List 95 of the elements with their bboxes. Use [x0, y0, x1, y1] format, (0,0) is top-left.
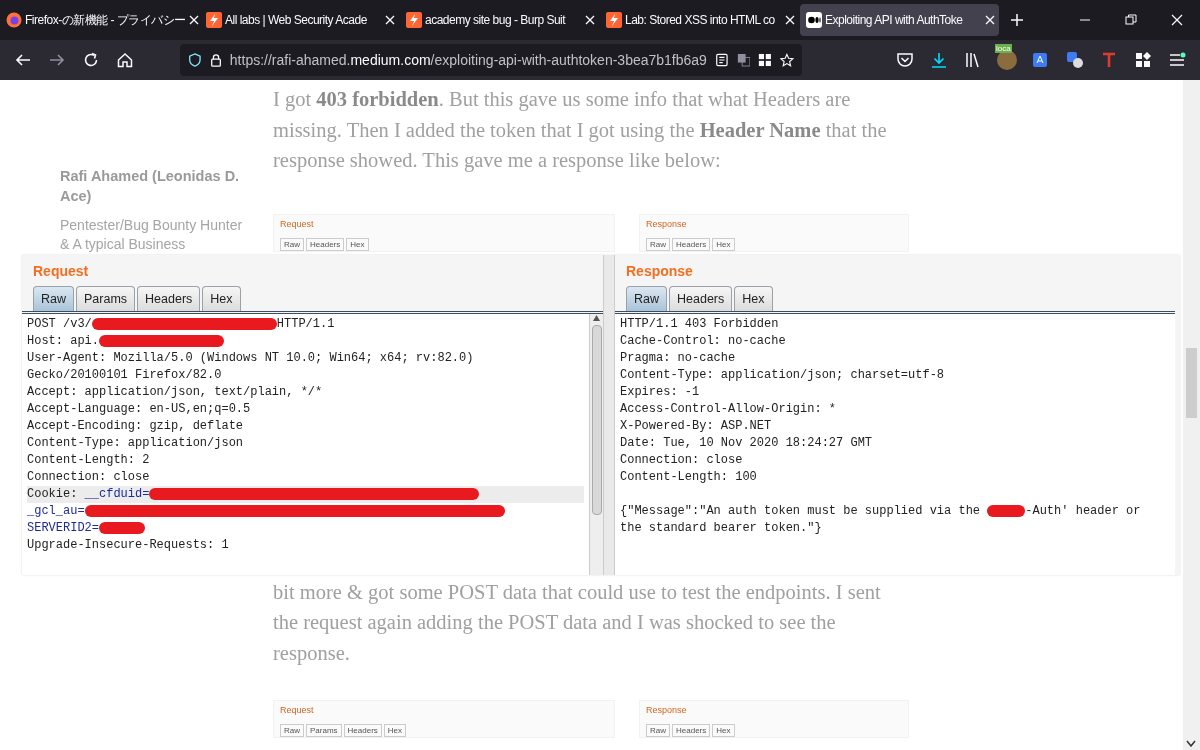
lightning-icon: [206, 12, 222, 28]
lock-icon: [209, 52, 222, 68]
code-text: Host: api.: [27, 333, 99, 348]
code-text: Accept-Encoding: gzip, deflate: [27, 418, 244, 433]
panel-tab[interactable]: Headers: [669, 286, 733, 311]
code-text: Content-Length: 2: [27, 452, 150, 467]
code-text: Cookie:: [27, 486, 79, 501]
extension-icon[interactable]: [997, 50, 1017, 70]
image-thumbnail[interactable]: Response Raw Headers Hex: [639, 213, 909, 252]
code-text: {"Message":"An auth token must be supplied via the: [620, 503, 982, 518]
code-text: SERVERID2=: [27, 520, 99, 535]
panel-tab[interactable]: Params: [76, 286, 136, 311]
scroll-up-icon[interactable]: [592, 313, 601, 322]
code-text: Content-Length: 100: [620, 469, 757, 484]
close-icon[interactable]: [1170, 13, 1184, 27]
menu-icon[interactable]: [1168, 51, 1186, 69]
article-paragraph: bit more & got some POST data that could use to test the endpoints. I sent the request again adding the POST data and I was shocked to see the response.: [273, 579, 882, 667]
browser-tab[interactable]: Firefox-の新機能 - プライバシー: [0, 4, 199, 36]
close-icon[interactable]: [785, 15, 795, 25]
code-text: Upgrade-Insecure-Requests: 1: [27, 537, 229, 552]
code-text: Connection: close: [620, 452, 743, 467]
code-text: POST /v3/: [27, 316, 92, 331]
author-bio: Pentester/Bug Bounty Hunter & A typical Business: [60, 216, 243, 254]
medium-icon: [806, 12, 822, 28]
code-text: Date: Tue, 10 Nov 2020 18:24:27 GMT: [620, 435, 873, 450]
code-text: User-Agent: Mozilla/5.0 (Windows NT 10.0; Win64; x64; rv:82.0): [27, 350, 474, 365]
panel-tab[interactable]: Hex: [202, 286, 241, 311]
close-icon[interactable]: [585, 15, 595, 25]
tab-title: Firefox-の新機能 - プライバシー: [25, 12, 186, 29]
lightning-icon: [406, 12, 422, 28]
grid-icon[interactable]: [758, 52, 773, 68]
code-text: Accept: application/json, text/plain, */*: [27, 384, 323, 399]
scroll-down-icon[interactable]: [1186, 740, 1196, 747]
browser-tab[interactable]: All labs | Web Security Acade: [200, 4, 399, 36]
code-text: X-Powered-By: ASP.NET: [620, 418, 772, 433]
reader-view-icon[interactable]: [714, 52, 729, 68]
url-text: https://rafi-ahamed.medium.com/exploiting-api-with-authtoken-3bea7b1fb6a9: [229, 50, 707, 70]
pocket-icon[interactable]: [896, 51, 914, 69]
code-text: __cfduid=: [84, 486, 150, 501]
image-thumbnail[interactable]: Request Raw Params Headers Hex: [273, 700, 615, 738]
code-text: Cache-Control: no-cache: [620, 333, 786, 348]
image-thumbnail[interactable]: Response Raw Headers Hex: [639, 700, 909, 738]
panel-tab[interactable]: Raw: [33, 286, 74, 311]
t-icon[interactable]: [1100, 51, 1118, 69]
tab-title: All labs | Web Security Acade: [225, 12, 368, 29]
lightning-icon: [606, 12, 622, 28]
translate-icon[interactable]: [736, 52, 751, 68]
close-icon[interactable]: [985, 15, 995, 25]
scrollbar-thumb[interactable]: [591, 324, 602, 515]
code-text: Access-Control-Allow-Origin: *: [620, 401, 837, 416]
library-icon[interactable]: [964, 51, 982, 69]
browser-tab[interactable]: Exploiting API with AuthToke: [800, 4, 999, 36]
shield-icon: [188, 52, 202, 68]
new-tab-icon[interactable]: [1010, 13, 1024, 27]
tab-title: Exploiting API with AuthToke: [825, 12, 964, 29]
panel-tab[interactable]: Hex: [734, 286, 773, 311]
tab-title: academy site bug - Burp Suit: [425, 12, 567, 29]
panel-title: Response: [625, 262, 694, 281]
address-bar[interactable]: https://rafi-ahamed.medium.com/exploiting-api-with-authtoken-3bea7b1fb6a9: [180, 44, 802, 76]
browser-tab[interactable]: Lab: Stored XSS into HTML co: [600, 4, 799, 36]
image-thumbnail[interactable]: Request Raw Headers Hex: [273, 213, 615, 252]
extension-badge: loca: [995, 44, 1012, 53]
code-text: Content-Type: application/json: [27, 435, 244, 450]
star-icon[interactable]: [780, 52, 795, 68]
close-icon[interactable]: [385, 15, 395, 25]
close-icon[interactable]: [188, 15, 199, 25]
panel-title: Request: [32, 262, 90, 281]
code-text: Expires: -1: [620, 384, 700, 399]
panel-tab[interactable]: Raw: [626, 286, 667, 311]
code-text: HTTP/1.1 403 Forbidden: [620, 316, 779, 331]
home-icon[interactable]: [116, 51, 134, 69]
tab-title: Lab: Stored XSS into HTML co: [625, 12, 776, 29]
extensions-icon[interactable]: [1134, 51, 1152, 69]
browser-tab[interactable]: academy site bug - Burp Suit: [400, 4, 599, 36]
code-text: _gcl_au=: [27, 503, 85, 518]
scrollbar-thumb[interactable]: [1186, 348, 1197, 418]
code-text: Connection: close: [27, 469, 150, 484]
page-scrollbar[interactable]: [1183, 80, 1200, 750]
code-text: Pragma: no-cache: [620, 350, 736, 365]
article-paragraph: I got 403 forbidden. But this gave us some info that what Headers are missing. Then I added the token that I got using the Header Name that the response showed. This gave me a response like below:: [273, 87, 888, 174]
translate-icon[interactable]: [1032, 51, 1050, 69]
panel-tab[interactable]: Headers: [137, 286, 201, 311]
restore-icon[interactable]: [1124, 13, 1138, 27]
reload-icon[interactable]: [82, 51, 100, 69]
code-text: Content-Type: application/json; charset=utf-8: [620, 367, 945, 382]
code-text: Gecko/20100101 Firefox/82.0: [27, 367, 222, 382]
firefox-icon: [6, 12, 22, 28]
code-text: the standard bearer token."}: [620, 520, 822, 535]
translate-icon[interactable]: [1066, 51, 1084, 69]
code-text: HTTP/1.1: [276, 316, 335, 331]
code-text: -Auth' header or: [1025, 503, 1141, 518]
code-text: Accept-Language: en-US,en;q=0.5: [27, 401, 251, 416]
download-icon[interactable]: [930, 51, 948, 69]
redaction-mark: [99, 521, 145, 534]
redaction-mark: [987, 504, 1026, 517]
